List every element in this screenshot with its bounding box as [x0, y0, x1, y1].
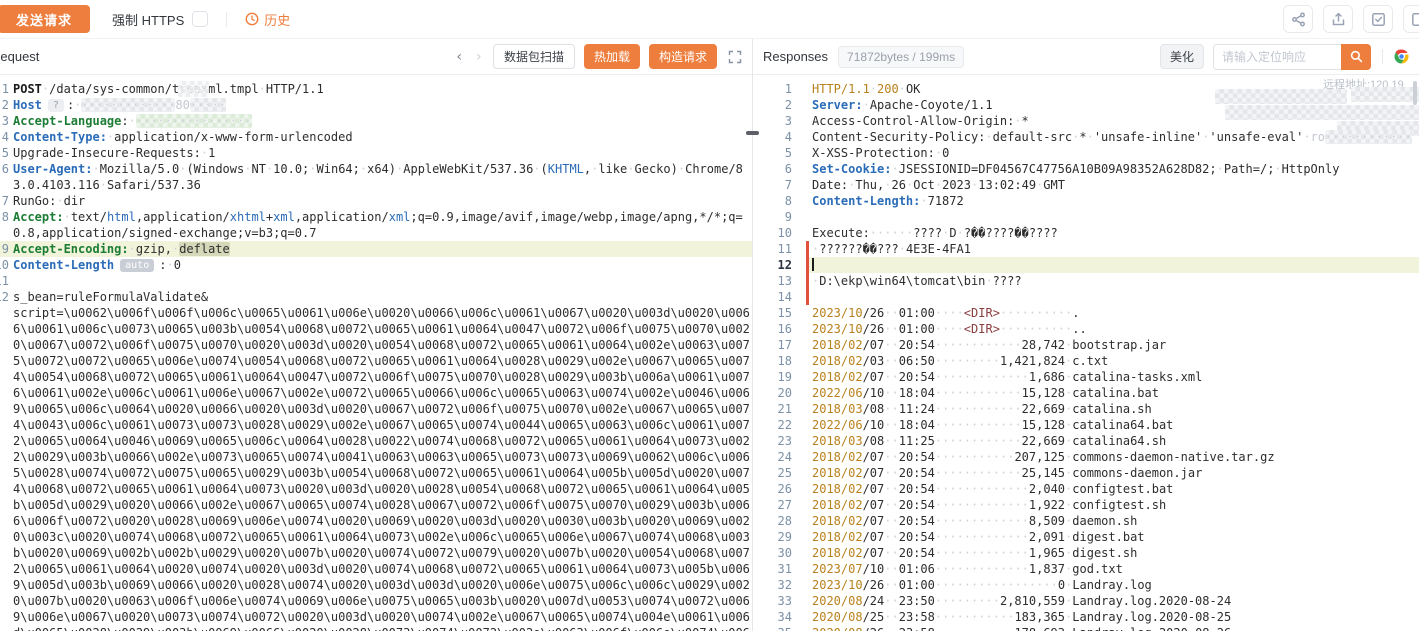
code-line: 5Upgrade-Insecure-Requests:·1 — [0, 145, 752, 161]
top-toolbar: 发送请求 强制 HTTPS 历史 — [0, 0, 1419, 38]
code-line: 1HTTP/1.1·200·OK — [753, 81, 1419, 97]
search-icon — [1350, 50, 1363, 63]
share-button[interactable] — [1283, 5, 1313, 33]
packet-scan-button[interactable]: 数据包扫描 — [493, 44, 575, 69]
response-panel-title: Responses — [763, 49, 828, 64]
code-line: 312023/07/10··01:06·············1,837·go… — [753, 561, 1419, 577]
code-line: 262018/02/07··20:54·············2,040·co… — [753, 481, 1419, 497]
export-icon — [1331, 12, 1346, 27]
code-line: 9Accept-Encoding:·gzip,·deflate — [0, 241, 752, 257]
expand-icon — [728, 50, 742, 64]
text-cursor — [812, 258, 814, 271]
code-line: 352020/08/26··23:58···········178,693·La… — [753, 625, 1419, 631]
code-line: 272018/02/07··20:54·············1,922·co… — [753, 497, 1419, 513]
code-line: 9 — [753, 209, 1419, 225]
code-line: 4Content-Security-Policy:·default-src·*·… — [753, 129, 1419, 145]
code-line: 11 — [0, 273, 752, 289]
code-line: 8Content-Length:·71872 — [753, 193, 1419, 209]
code-line: 342020/08/25··23:58···········183,365·La… — [753, 609, 1419, 625]
code-line: 6User-Agent:·Mozilla/5.0·(Windows·NT·10.… — [0, 161, 752, 193]
chrome-icon — [1394, 49, 1409, 64]
code-line: 202022/06/10··18:04············15,128·ca… — [753, 385, 1419, 401]
next-request-button[interactable]: › — [474, 50, 484, 64]
main-split: Request ‹ › 数据包扫描 热加载 构造请求 1POST·/data/s… — [0, 38, 1419, 631]
code-line: 162023/10/26··01:00····<DIR>··········.. — [753, 321, 1419, 337]
code-line: 4Content-Type:·application/x-www-form-ur… — [0, 129, 752, 145]
response-panel-header: Responses 71872bytes / 199ms 美化 — [753, 39, 1419, 75]
prev-request-button[interactable]: ‹ — [454, 50, 464, 64]
code-line: 252018/02/07··20:54············25,145·co… — [753, 465, 1419, 481]
code-line: 3Access-Control-Allow-Origin:·* — [753, 113, 1419, 129]
code-line: 7Date:·Thu,·26·Oct·2023·13:02:49·GMT — [753, 177, 1419, 193]
code-line: 12 — [753, 257, 1419, 273]
code-line: 6Set-Cookie:·JSESSIONID=DF04567C47756A10… — [753, 161, 1419, 177]
check-square-button[interactable] — [1363, 5, 1393, 33]
code-line: 152023/10/26··01:00····<DIR>··········. — [753, 305, 1419, 321]
code-line: 3Accept-Language:················· — [0, 113, 752, 129]
history-label: 历史 — [264, 10, 290, 29]
response-panel: Responses 71872bytes / 199ms 美化 — [753, 39, 1419, 631]
code-line: 322023/10/26··01:00·················0·La… — [753, 577, 1419, 593]
code-line: 11·??????��???·4E3E-4FA1 — [753, 241, 1419, 257]
code-line: 242018/02/07··20:54···········207,125·co… — [753, 449, 1419, 465]
code-line: 212018/03/08··11:24············22,669·ca… — [753, 401, 1419, 417]
code-line: 332020/08/24··23:50·········2,810,559·La… — [753, 593, 1419, 609]
request-editor[interactable]: 1POST·/data/sys-common/treexml.tmpl·HTTP… — [0, 75, 752, 631]
force-https-label: 强制 HTTPS — [112, 10, 184, 29]
code-line: 2Server:·Apache-Coyote/1.1 — [753, 97, 1419, 113]
response-viewer[interactable]: 远程地址:120.19 1HTTP/1.1·200·OK2Server:·Apa… — [753, 75, 1419, 631]
code-line: 172018/02/07··20:54············28,742·bo… — [753, 337, 1419, 353]
build-request-button[interactable]: 构造请求 — [649, 44, 717, 69]
code-line: 292018/02/07··20:54·············2,091·di… — [753, 529, 1419, 545]
expand-button[interactable] — [728, 50, 742, 64]
code-line: 12s_bean=ruleFormulaValidate& — [0, 289, 752, 305]
export-button[interactable] — [1323, 5, 1353, 33]
code-line: 7RunGo:·dir — [0, 193, 752, 209]
history-button[interactable]: 历史 — [245, 10, 290, 29]
response-meta-badge: 71872bytes / 199ms — [838, 46, 964, 68]
request-panel: Request ‹ › 数据包扫描 热加载 构造请求 1POST·/data/s… — [0, 39, 753, 631]
toolbar-divider — [226, 12, 227, 27]
header-divider — [1382, 49, 1383, 64]
open-in-chrome-button[interactable] — [1394, 49, 1409, 64]
request-body-blob: script=\u0062\u006f\u006f\u006c\u0065\u0… — [0, 305, 752, 631]
force-https-checkbox[interactable] — [192, 11, 208, 27]
check-square-icon — [1371, 12, 1386, 27]
code-line: 232018/03/08··11:25············22,669·ca… — [753, 433, 1419, 449]
response-search — [1213, 44, 1371, 70]
request-panel-title: Request — [0, 49, 39, 64]
send-request-button[interactable]: 发送请求 — [0, 5, 90, 33]
code-line: 282018/02/07··20:54·············8,509·da… — [753, 513, 1419, 529]
response-search-button[interactable] — [1341, 44, 1371, 70]
code-line: 13·D:\ekp\win64\tomcat\bin·???? — [753, 273, 1419, 289]
beautify-button[interactable]: 美化 — [1160, 44, 1204, 69]
more-icon — [1411, 12, 1419, 27]
code-line: 10Content-Lengthauto:·0 — [0, 257, 752, 273]
code-line: 302018/02/07··20:54·············1,965·di… — [753, 545, 1419, 561]
code-line: 14 — [753, 289, 1419, 305]
code-line: 182018/02/03··06:50·········1,421,824·c.… — [753, 353, 1419, 369]
code-line: 8Accept:·text/html,application/xhtml+xml… — [0, 209, 752, 241]
code-line: 222022/06/10··18:04············15,128·ca… — [753, 417, 1419, 433]
more-button-cut[interactable] — [1403, 5, 1419, 33]
code-line: 5X-XSS-Protection:·0 — [753, 145, 1419, 161]
code-line: 192018/02/07··20:54·············1,686·ca… — [753, 369, 1419, 385]
response-search-input[interactable] — [1213, 44, 1341, 70]
code-line: 10Execute:······????·D·?��????��???? — [753, 225, 1419, 241]
hot-reload-button[interactable]: 热加载 — [584, 44, 640, 69]
share-icon — [1291, 12, 1306, 27]
request-panel-header: Request ‹ › 数据包扫描 热加载 构造请求 — [0, 39, 752, 75]
split-drag-handle[interactable] — [746, 131, 759, 135]
code-line: 1POST·/data/sys-common/treexml.tmpl·HTTP… — [0, 81, 752, 97]
clock-icon — [245, 12, 259, 26]
code-line: 2Host?:··············80····· — [0, 97, 752, 113]
